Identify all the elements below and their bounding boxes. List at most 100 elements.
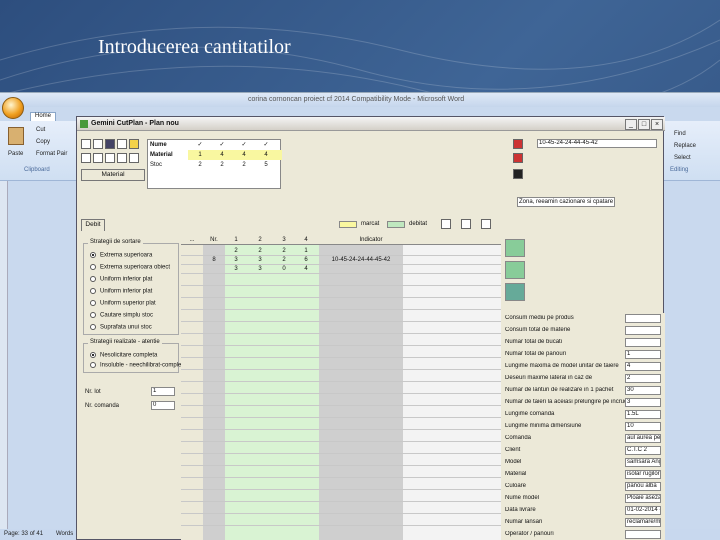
header-cell[interactable]: 4 (234, 151, 254, 160)
legend-marcat-label: marcat (361, 221, 380, 227)
header-cell[interactable]: 4 (212, 151, 232, 160)
property-field[interactable]: 1 (625, 350, 661, 359)
open-icon[interactable] (93, 139, 103, 149)
dropdown-arrow-icon[interactable] (481, 219, 491, 229)
strategy-group-title: Strategii de sortare (88, 239, 143, 245)
panel-reference-field[interactable]: 10-45-24-24-44-45-42 (537, 139, 657, 148)
tab-debit[interactable]: Debit (81, 219, 105, 231)
copy-button[interactable]: Copy (36, 139, 50, 145)
replace-button[interactable]: Replace (674, 143, 696, 149)
property-label: Client (505, 447, 521, 453)
strategy-option[interactable]: Uniform superior plat (90, 300, 156, 307)
save-icon[interactable] (441, 219, 451, 229)
close-button[interactable]: × (651, 119, 663, 130)
header-cell[interactable]: 5 (256, 161, 276, 170)
strategy2-option[interactable]: Nesolicitare completa (90, 352, 157, 359)
property-field[interactable] (625, 338, 661, 347)
material-button[interactable]: Material (81, 169, 145, 181)
lot-field[interactable]: 1 (151, 387, 175, 396)
piece-icon[interactable] (513, 139, 523, 149)
strategy-option[interactable]: Uniform inferior plat (90, 288, 152, 295)
property-field[interactable] (625, 530, 661, 539)
property-field[interactable]: 10 (625, 422, 661, 431)
strategy-option[interactable]: Extrema superioara (90, 252, 152, 259)
print-icon[interactable] (117, 139, 127, 149)
property-field[interactable] (625, 314, 661, 323)
header-cell[interactable]: 2 (212, 161, 232, 170)
new-icon[interactable] (81, 139, 91, 149)
quantity-grid[interactable]: ... Nr. 1 2 3 4 Indicator 2 2 2 1 8 3 3 … (181, 235, 501, 540)
tool-icon[interactable] (505, 239, 525, 257)
strategy2-group-title: Strategii realizate - atentie (88, 339, 162, 345)
delete-icon[interactable] (117, 153, 127, 163)
property-label: Deseuri maxime lateral in caz de (505, 375, 593, 381)
order-field[interactable]: 0 (151, 401, 175, 410)
minimize-button[interactable]: _ (625, 119, 637, 130)
list-icon[interactable] (105, 153, 115, 163)
strategy-option[interactable]: Cautare simplu stoc (90, 312, 153, 319)
property-field[interactable]: samsara Angela baaza (625, 458, 661, 467)
arrow-icon[interactable] (513, 169, 523, 179)
export-icon[interactable] (129, 153, 139, 163)
property-label: Data livrare (505, 507, 536, 513)
property-field[interactable]: 1.5L (625, 410, 661, 419)
table-icon[interactable] (93, 153, 103, 163)
property-field[interactable]: panou alba (625, 482, 661, 491)
grid-header-cell: ... (189, 237, 195, 243)
property-field[interactable]: 2 (625, 374, 661, 383)
word-count[interactable]: Words (56, 531, 73, 537)
property-field[interactable]: aul aurea pe dio/statusii (625, 434, 661, 443)
property-field[interactable]: isolar rugilor rimprezare (625, 470, 661, 479)
strategy-option[interactable]: Uniform inferior plat (90, 276, 152, 283)
strategy-option[interactable]: Suprafata unui stoc (90, 324, 152, 331)
header-cell[interactable]: 4 (256, 151, 276, 160)
word-title-bar: corina cornoncan proiect cf 2014 Compati… (0, 93, 720, 107)
grid-icon[interactable] (81, 153, 91, 163)
format-painter-button[interactable]: Format Pair (36, 151, 67, 157)
dropdown-arrow-icon[interactable] (461, 219, 471, 229)
header-row-label: Material (150, 152, 173, 158)
office-button[interactable] (2, 97, 24, 119)
paste-label[interactable]: Paste (8, 151, 23, 157)
property-field[interactable]: 4 (625, 362, 661, 371)
property-label: Consum mediu pe produs (505, 315, 574, 321)
property-field[interactable]: Ploaie asezare lemn _ plataforme (625, 494, 661, 503)
header-cell[interactable]: 2 (234, 161, 254, 170)
piece-icon[interactable] (513, 153, 523, 163)
cut-button[interactable]: Cut (36, 127, 45, 133)
property-field[interactable]: 01-02-2014 - 20:00 (625, 506, 661, 515)
folder-icon[interactable] (129, 139, 139, 149)
strategy2-option[interactable]: Insoluble - neechilibrat-completat (90, 362, 188, 369)
tool-icon[interactable] (505, 261, 525, 279)
property-field[interactable] (625, 326, 661, 335)
header-cell[interactable]: 2 (190, 161, 210, 170)
property-field[interactable]: 3 (625, 398, 661, 407)
paste-icon[interactable] (8, 127, 24, 145)
header-cell[interactable]: 1 (190, 151, 210, 160)
property-label: Comanda (505, 435, 532, 441)
order-label: Nr. comanda (85, 403, 120, 409)
property-label: Numar de taieri la aceiasi prelungire pe… (505, 399, 625, 405)
save-icon[interactable] (105, 139, 115, 149)
strategy2-group: Strategii realizate - atentie Nesolicita… (83, 339, 188, 373)
editing-group-label: Editing (670, 167, 689, 173)
property-label: Numar de lanturi de realizare in 1 pache… (505, 387, 614, 393)
find-button[interactable]: Find (674, 131, 686, 137)
tool-icon[interactable] (505, 283, 525, 301)
property-field[interactable]: C.T.C 2 (625, 446, 661, 455)
property-label: Consum total de materie (505, 327, 571, 333)
header-cell[interactable]: ✓ (234, 141, 254, 150)
header-cell[interactable]: ✓ (190, 141, 210, 150)
property-label: Nume model (505, 495, 540, 501)
cutplan-title-bar: Gemini CutPlan - Plan nou (77, 117, 665, 131)
property-field[interactable]: 30 (625, 386, 661, 395)
select-button[interactable]: Select (674, 155, 691, 161)
page-count: Page: 33 of 41 (4, 531, 44, 537)
header-cell[interactable]: ✓ (212, 141, 232, 150)
header-cell[interactable]: ✓ (256, 141, 276, 150)
maximize-button[interactable]: □ (638, 119, 650, 130)
property-field[interactable]: reclamare/mesaj (625, 518, 661, 527)
property-label: Culoare (505, 483, 527, 489)
strategy-option[interactable]: Extrema superioara obiect (90, 264, 170, 271)
header-table: Nume ✓ ✓ ✓ ✓ Material 1 4 4 4 Stoc 2 2 2… (147, 139, 282, 189)
